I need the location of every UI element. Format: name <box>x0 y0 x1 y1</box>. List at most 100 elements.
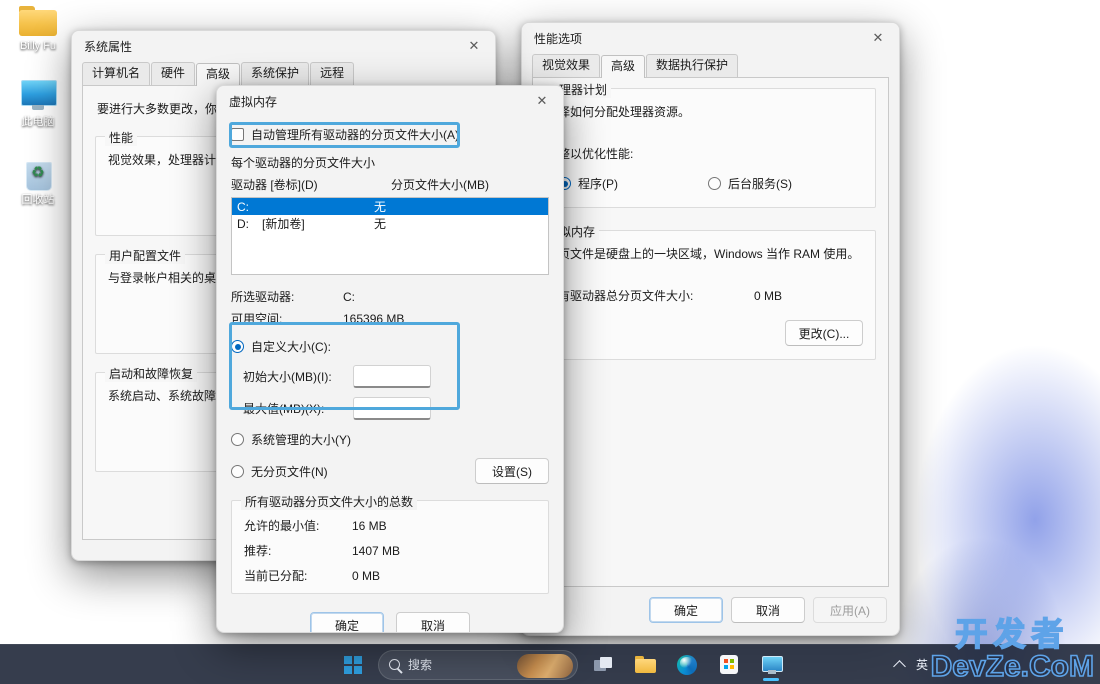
cancel-button[interactable]: 取消 <box>731 597 805 623</box>
totals-legend: 所有驱动器分页文件大小的总数 <box>241 493 418 510</box>
ok-button[interactable]: 确定 <box>649 597 723 623</box>
system-app-icon <box>761 655 783 674</box>
virtual-memory-group: 拟内存 页文件是硬盘上的一块区域，Windows 当作 RAM 使用。 有驱动器… <box>545 223 876 360</box>
file-explorer-button[interactable] <box>628 648 662 682</box>
per-drive-group: 每个驱动器的分页文件大小 驱动器 [卷标](D) 分页文件大小(MB) C: 无… <box>231 154 549 275</box>
tab-system-protection[interactable]: 系统保护 <box>241 62 310 85</box>
per-drive-legend: 每个驱动器的分页文件大小 <box>231 156 376 170</box>
chevron-up-icon[interactable] <box>893 660 906 673</box>
set-button[interactable]: 设置(S) <box>475 458 549 484</box>
table-row[interactable]: D: [新加卷] 无 <box>232 215 548 232</box>
virtual-memory-titlebar[interactable]: 虚拟内存 ✕ <box>217 86 563 116</box>
row-volume: [新加卷] <box>262 217 305 231</box>
initial-size-input[interactable] <box>353 365 431 388</box>
close-icon[interactable]: ✕ <box>521 86 563 116</box>
radio-system-managed[interactable]: 系统管理的大小(Y) <box>231 431 351 448</box>
desktop-icon-label: 回收站 <box>21 194 55 206</box>
system-tray: 英 <box>893 656 1090 673</box>
currently-allocated-value: 0 MB <box>352 568 381 583</box>
recommended-value: 1407 MB <box>352 543 401 558</box>
radio-background-services-label: 后台服务(S) <box>728 177 792 191</box>
performance-group-legend: 性能 <box>105 129 138 146</box>
system-properties-tabs: 计算机名 硬件 高级 系统保护 远程 <box>72 61 495 86</box>
min-allowed-label: 允许的最小值: <box>244 519 320 533</box>
processor-scheduling-group: 理器计划 择如何分配处理器资源。 整以优化性能: 程序(P) 后台服务(S) <box>545 81 876 208</box>
radio-programs-label: 程序(P) <box>578 177 618 191</box>
radio-custom-size[interactable]: 自定义大小(C): <box>231 338 331 355</box>
close-icon[interactable]: ✕ <box>857 23 899 53</box>
checkbox-indicator <box>231 127 244 141</box>
processor-adjust-label: 整以优化性能: <box>558 147 634 161</box>
max-size-input[interactable] <box>353 397 431 420</box>
selected-drive-value: C: <box>343 289 355 304</box>
search-icon <box>389 659 400 670</box>
microsoft-store-button[interactable] <box>712 648 746 682</box>
tab-dep[interactable]: 数据执行保护 <box>646 54 739 77</box>
system-properties-taskbar-button[interactable] <box>754 648 788 682</box>
search-input[interactable]: 搜索 <box>378 649 578 680</box>
task-view-icon <box>593 656 613 673</box>
radio-indicator <box>708 177 721 190</box>
desktop-icon-billy-fu[interactable]: Billy Fu <box>4 6 72 53</box>
initial-size-label: 初始大小(MB)(I): <box>243 370 332 384</box>
virtual-memory-footer: 确定 取消 <box>231 612 549 632</box>
performance-options-dialog: 性能选项 ✕ 视觉效果 高级 数据执行保护 理器计划 择如何分配处理器资源。 整… <box>521 22 900 636</box>
recommended-label: 推荐: <box>244 544 272 558</box>
radio-indicator <box>231 464 244 478</box>
radio-no-paging-file[interactable]: 无分页文件(N) <box>231 463 328 480</box>
column-header-size: 分页文件大小(MB) <box>391 178 489 192</box>
tab-advanced[interactable]: 高级 <box>601 55 646 78</box>
search-thumbnail-icon <box>517 653 573 678</box>
performance-options-footer: 确定 取消 应用(A) <box>649 597 887 623</box>
virtual-memory-title: 虚拟内存 <box>229 94 278 109</box>
edge-icon <box>677 654 697 675</box>
total-paging-label: 有驱动器总分页文件大小: <box>558 289 694 303</box>
desktop-icon-label: Billy Fu <box>19 40 57 52</box>
ime-indicator[interactable]: 英 <box>916 656 928 673</box>
row-drive: D: <box>237 216 249 231</box>
free-space-label: 可用空间: <box>231 312 283 326</box>
desktop-icon-this-pc[interactable]: 此电脑 <box>4 80 72 129</box>
cancel-button[interactable]: 取消 <box>396 612 470 632</box>
performance-options-tabs: 视觉效果 高级 数据执行保护 <box>522 53 899 78</box>
tab-hardware[interactable]: 硬件 <box>151 62 196 85</box>
this-pc-icon <box>19 80 57 112</box>
auto-manage-checkbox[interactable]: 自动管理所有驱动器的分页文件大小(A) <box>231 126 459 143</box>
start-button[interactable] <box>336 648 370 682</box>
folder-icon <box>634 656 656 673</box>
drive-listview[interactable]: C: 无 D: [新加卷] 无 <box>231 197 549 275</box>
radio-programs[interactable]: 程序(P) <box>558 175 708 192</box>
task-view-button[interactable] <box>586 648 620 682</box>
edge-button[interactable] <box>670 648 704 682</box>
tab-remote[interactable]: 远程 <box>310 62 355 85</box>
radio-no-paging-file-label: 无分页文件(N) <box>251 464 328 479</box>
radio-indicator <box>231 340 244 353</box>
free-space-value: 165396 MB <box>343 311 405 326</box>
ok-button[interactable]: 确定 <box>310 612 384 632</box>
system-properties-titlebar[interactable]: 系统属性 ✕ <box>72 31 495 61</box>
tab-computer-name[interactable]: 计算机名 <box>82 62 151 85</box>
performance-options-title: 性能选项 <box>534 31 583 46</box>
taskbar: 搜索 英 <box>0 644 1100 684</box>
close-icon[interactable]: ✕ <box>453 31 495 61</box>
store-icon <box>720 655 738 674</box>
total-paging-value: 0 MB <box>754 288 783 303</box>
processor-scheduling-desc: 择如何分配处理器资源。 <box>558 105 691 119</box>
tab-visual-effects[interactable]: 视觉效果 <box>532 54 601 77</box>
tab-advanced[interactable]: 高级 <box>196 63 241 86</box>
apply-button[interactable]: 应用(A) <box>813 597 887 623</box>
radio-custom-size-label: 自定义大小(C): <box>251 340 331 354</box>
radio-background-services[interactable]: 后台服务(S) <box>708 175 792 192</box>
performance-options-titlebar[interactable]: 性能选项 ✕ <box>522 23 899 53</box>
row-drive: C: <box>237 199 249 214</box>
performance-options-tabpane: 理器计划 择如何分配处理器资源。 整以优化性能: 程序(P) 后台服务(S) 拟… <box>532 77 889 587</box>
row-size: 无 <box>374 217 387 231</box>
radio-system-managed-label: 系统管理的大小(Y) <box>251 433 351 447</box>
system-properties-title: 系统属性 <box>84 39 133 54</box>
table-row[interactable]: C: 无 <box>232 198 548 215</box>
column-header-drive: 驱动器 [卷标](D) <box>231 178 318 192</box>
currently-allocated-label: 当前已分配: <box>244 569 308 583</box>
change-button[interactable]: 更改(C)... <box>785 320 863 346</box>
auto-manage-label: 自动管理所有驱动器的分页文件大小(A) <box>251 127 459 142</box>
desktop-icon-recycle-bin[interactable]: 回收站 <box>4 158 72 207</box>
